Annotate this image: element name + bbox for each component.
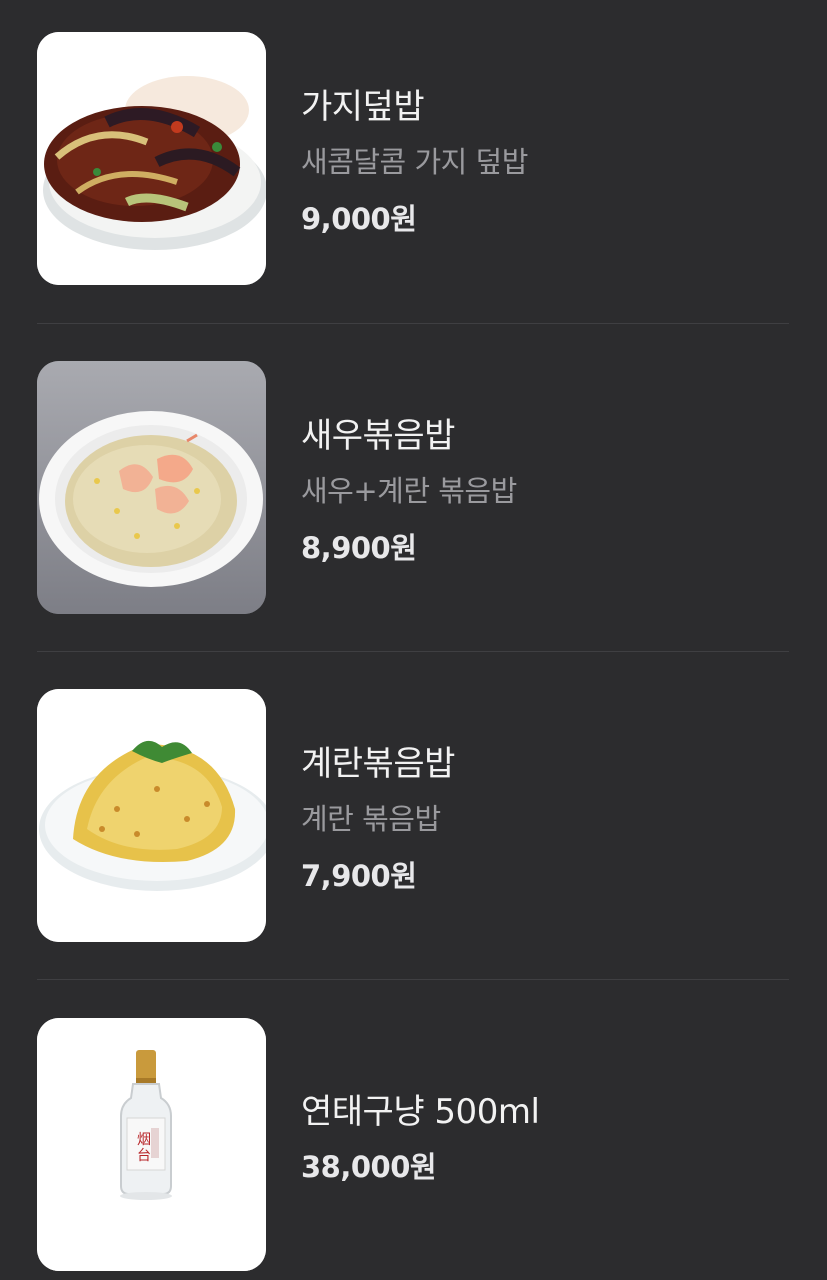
- divider: [37, 323, 789, 324]
- menu-item-price: 8,900원: [301, 531, 417, 565]
- svg-text:台: 台: [137, 1148, 151, 1164]
- menu-item-shrimp-fried-rice[interactable]: 새우볶음밥 새우+계란 볶음밥 8,900원: [0, 361, 827, 614]
- divider: [37, 651, 789, 652]
- menu-item-info: 계란볶음밥 계란 볶음밥 7,900원: [301, 689, 801, 942]
- menu-item-yantai-liquor[interactable]: 烟 台 연태구냥 500ml 38,000원: [0, 1018, 827, 1271]
- menu-item-description: 새콤달콤 가지 덮밥: [301, 145, 528, 179]
- eggplant-rice-bowl-icon: [37, 32, 266, 285]
- svg-text:烟: 烟: [137, 1132, 151, 1148]
- menu-item-price: 38,000원: [301, 1150, 437, 1184]
- liquor-bottle-icon: 烟 台: [37, 1018, 266, 1271]
- menu-item-price: 9,000원: [301, 202, 417, 236]
- menu-item-description: 계란 볶음밥: [301, 802, 441, 836]
- menu-list: 가지덮밥 새콤달콤 가지 덮밥 9,000원 새우볶음밥 새우+계란 볶음밥 8…: [0, 0, 827, 1280]
- egg-fried-rice-icon: [37, 689, 266, 942]
- shrimp-fried-rice-icon: [37, 361, 266, 614]
- menu-item-info: 연태구냥 500ml 38,000원: [301, 1018, 801, 1271]
- menu-item-name: 계란볶음밥: [301, 744, 455, 784]
- menu-item-eggplant-rice[interactable]: 가지덮밥 새콤달콤 가지 덮밥 9,000원: [0, 32, 827, 285]
- menu-item-name: 가지덮밥: [301, 87, 425, 127]
- menu-item-name: 연태구냥 500ml: [301, 1092, 540, 1132]
- menu-item-info: 새우볶음밥 새우+계란 볶음밥 8,900원: [301, 361, 801, 614]
- menu-item-egg-fried-rice[interactable]: 계란볶음밥 계란 볶음밥 7,900원: [0, 689, 827, 942]
- menu-item-info: 가지덮밥 새콤달콤 가지 덮밥 9,000원: [301, 32, 801, 285]
- divider: [37, 979, 789, 980]
- menu-item-name: 새우볶음밥: [301, 416, 455, 456]
- menu-item-description: 새우+계란 볶음밥: [301, 474, 517, 508]
- menu-item-price: 7,900원: [301, 859, 417, 893]
